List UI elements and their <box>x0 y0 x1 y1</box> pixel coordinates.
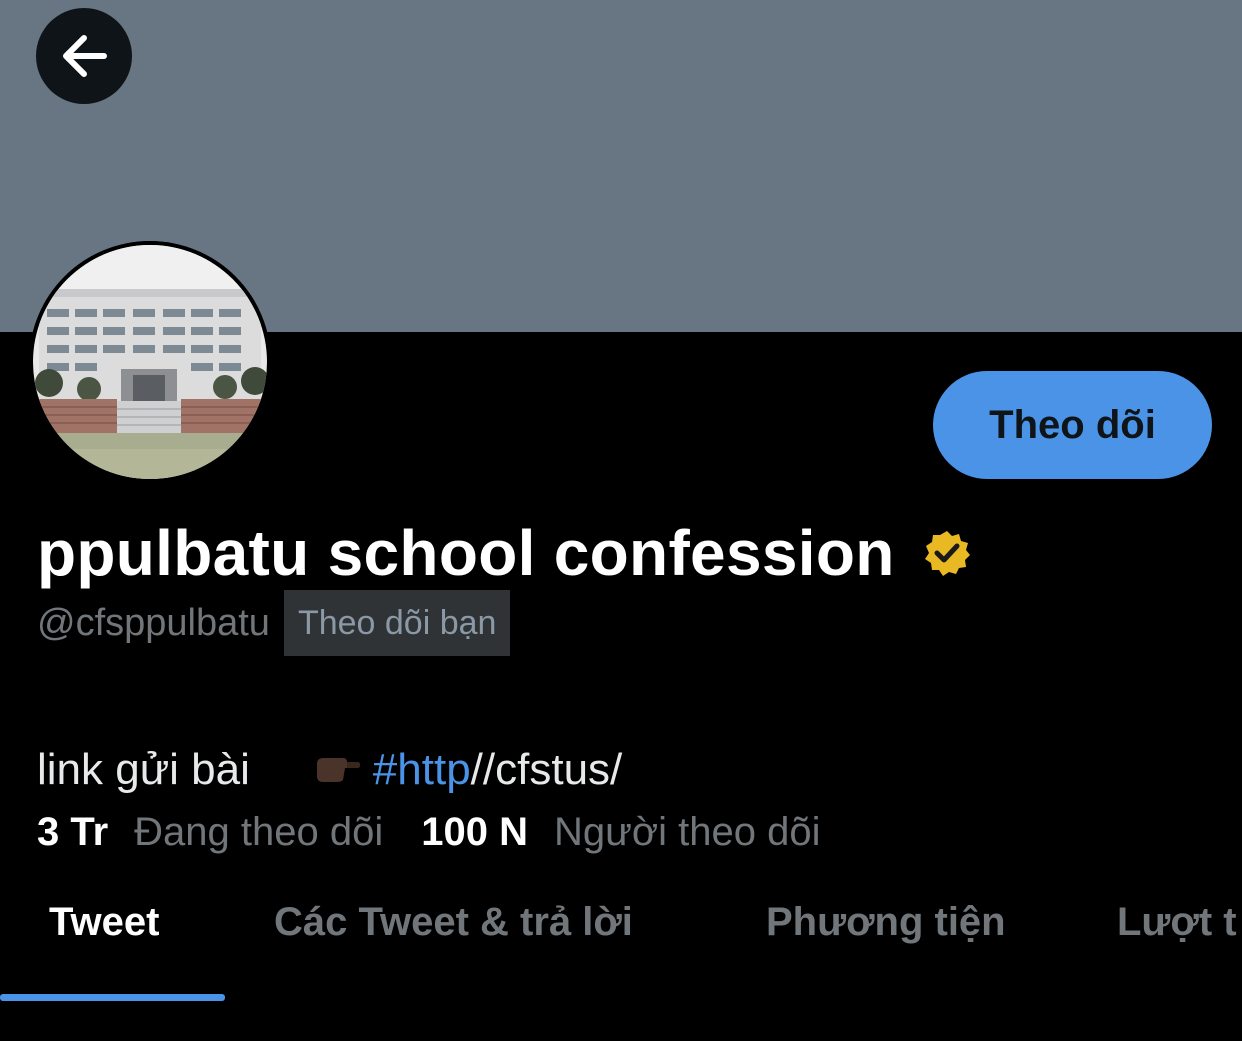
bio-hashtag[interactable]: #http <box>373 745 471 795</box>
followers-stat[interactable]: 100 N Người theo dõi <box>421 810 820 855</box>
follow-button[interactable]: Theo dõi <box>933 371 1212 479</box>
follows-you-badge: Theo dõi bạn <box>283 590 511 656</box>
followers-count: 100 N <box>421 809 528 854</box>
following-count: 3 Tr <box>37 809 109 854</box>
bio-text: link gửi bài <box>37 745 250 794</box>
avatar-image <box>29 241 271 483</box>
handle-row: @cfsppulbatu Theo dõi bạn <box>37 590 511 656</box>
arrow-left-icon <box>63 35 107 77</box>
tab-tweet[interactable]: Tweet <box>49 900 159 945</box>
profile-tabs: Tweet Các Tweet & trả lời Phương tiện Lư… <box>0 880 1242 1001</box>
follow-stats: 3 Tr Đang theo dõi 100 N Người theo dõi <box>37 806 820 858</box>
following-stat[interactable]: 3 Tr Đang theo dõi <box>37 810 383 855</box>
tab-likes[interactable]: Lượt t <box>1117 900 1237 945</box>
active-tab-indicator <box>0 994 225 1001</box>
following-label: Đang theo dõi <box>134 809 384 854</box>
name-row: ppulbatu school confession <box>37 515 971 591</box>
tab-tweets-and-replies[interactable]: Các Tweet & trả lời <box>274 900 633 945</box>
tab-media[interactable]: Phương tiện <box>766 900 1006 945</box>
avatar[interactable] <box>29 241 271 483</box>
handle: @cfsppulbatu <box>37 601 270 644</box>
verified-badge-icon[interactable] <box>923 529 971 577</box>
display-name: ppulbatu school confession <box>37 517 895 589</box>
bio-link-suffix: //cfstus/ <box>470 745 623 794</box>
back-button[interactable] <box>36 8 132 104</box>
followers-label: Người theo dõi <box>554 809 821 854</box>
